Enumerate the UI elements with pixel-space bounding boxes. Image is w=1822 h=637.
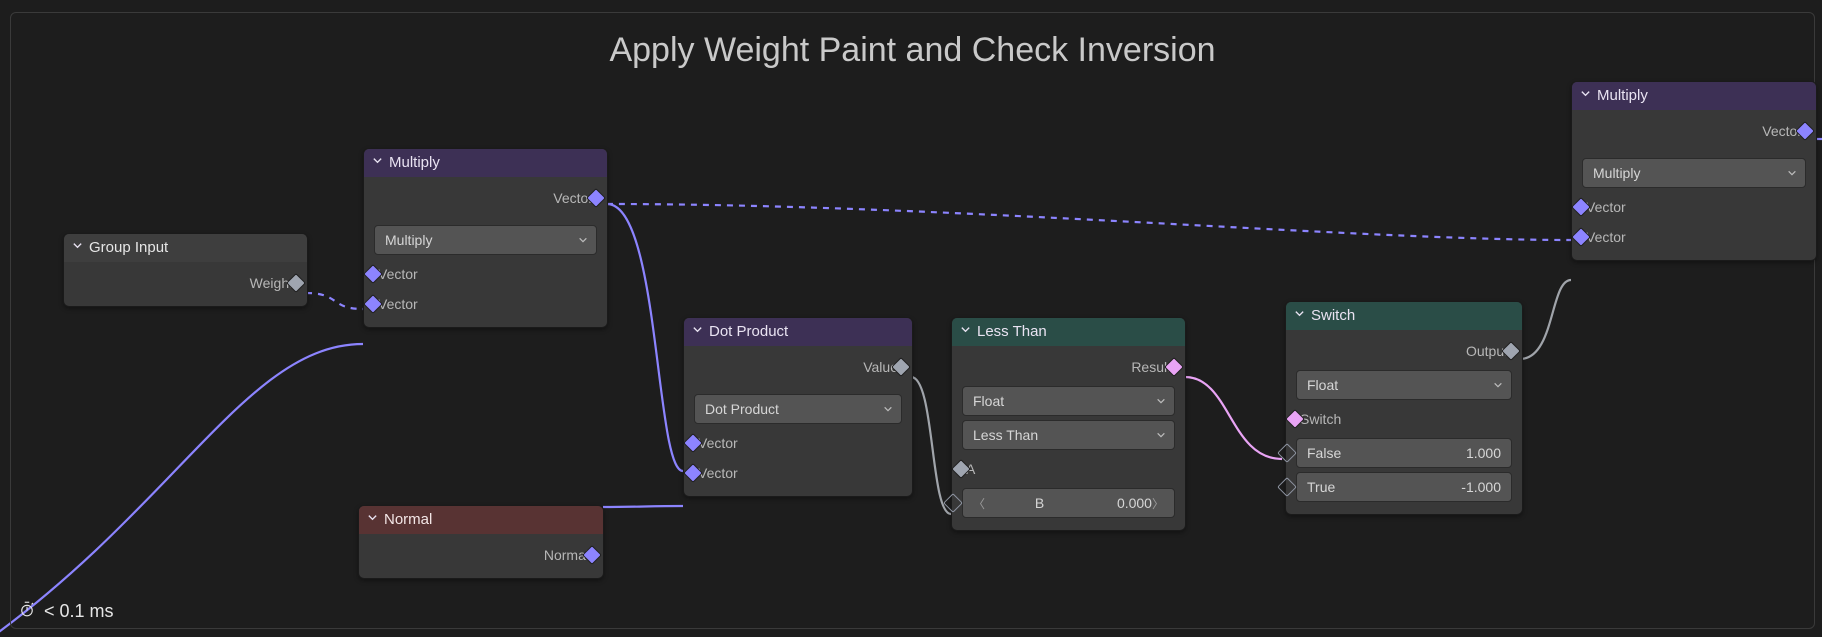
chevron-down-icon — [367, 505, 378, 533]
timing-display: < 0.1 ms — [18, 600, 114, 623]
input-row: Vector — [374, 289, 597, 319]
node-dot-product[interactable]: Dot Product Value Dot Product Vector Vec… — [683, 317, 913, 497]
stepper-left-icon[interactable]: 〈 — [973, 495, 985, 512]
select-value: Multiply — [1593, 165, 1640, 181]
node-header[interactable]: Switch — [1286, 302, 1522, 330]
chevron-down-icon — [1787, 165, 1797, 181]
input-row: Vector — [1582, 192, 1806, 222]
field-label: True — [1307, 479, 1357, 495]
node-header[interactable]: Dot Product — [684, 318, 912, 346]
select-value: Less Than — [973, 427, 1038, 443]
chevron-down-icon — [883, 401, 893, 417]
select-value: Multiply — [385, 232, 432, 248]
node-title: Switch — [1311, 302, 1355, 330]
chevron-down-icon — [1294, 301, 1305, 329]
stepper-right-icon[interactable]: 〉 — [1152, 495, 1164, 512]
node-canvas[interactable]: Apply Weight Paint and Check Inversion G… — [0, 0, 1822, 637]
node-title: Group Input — [89, 234, 168, 262]
node-title: Less Than — [977, 318, 1047, 346]
operation-select[interactable]: Multiply — [374, 225, 597, 255]
node-less-than[interactable]: Less Than Result Float Less Than A 〈 B 0… — [951, 317, 1186, 531]
node-title: Multiply — [389, 149, 440, 177]
node-header[interactable]: Group Input — [64, 234, 307, 262]
node-header[interactable]: Multiply — [1572, 82, 1816, 110]
stopwatch-icon — [18, 600, 36, 623]
node-multiply-1[interactable]: Multiply Vector Multiply Vector Vector — [363, 148, 608, 328]
output-row: Weight — [74, 268, 297, 298]
type-select[interactable]: Float — [1296, 370, 1512, 400]
select-value: Float — [1307, 377, 1338, 393]
node-switch[interactable]: Switch Output Float Switch False 1.000 T… — [1285, 301, 1523, 515]
input-row: Vector — [694, 428, 902, 458]
input-row: A — [962, 454, 1175, 484]
chevron-down-icon — [960, 317, 971, 345]
input-row: Vector — [1582, 222, 1806, 252]
chevron-down-icon — [692, 317, 703, 345]
operation-select[interactable]: Less Than — [962, 420, 1175, 450]
field-label: B — [985, 495, 1094, 511]
output-row: Result — [962, 352, 1175, 382]
node-header[interactable]: Less Than — [952, 318, 1185, 346]
b-field[interactable]: 〈 B 0.000 〉 — [962, 488, 1175, 518]
node-title: Normal — [384, 506, 432, 534]
node-group-input[interactable]: Group Input Weight — [63, 233, 308, 307]
field-value: -1.000 — [1443, 479, 1501, 495]
node-title: Multiply — [1597, 82, 1648, 110]
select-value: Float — [973, 393, 1004, 409]
timing-text: < 0.1 ms — [44, 601, 114, 622]
input-row: Vector — [374, 259, 597, 289]
input-row: Vector — [694, 458, 902, 488]
chevron-down-icon — [1156, 393, 1166, 409]
operation-select[interactable]: Multiply — [1582, 158, 1806, 188]
node-normal[interactable]: Normal Normal — [358, 505, 604, 579]
output-row: Vector — [374, 183, 597, 213]
frame-title: Apply Weight Paint and Check Inversion — [11, 31, 1814, 70]
field-label: False — [1307, 445, 1357, 461]
chevron-down-icon — [72, 233, 83, 261]
chevron-down-icon — [372, 148, 383, 176]
output-row: Vector — [1582, 116, 1806, 146]
node-multiply-2[interactable]: Multiply Vector Multiply Vector Vector — [1571, 81, 1817, 261]
node-title: Dot Product — [709, 318, 788, 346]
chevron-down-icon — [1156, 427, 1166, 443]
output-row: Value — [694, 352, 902, 382]
type-select[interactable]: Float — [962, 386, 1175, 416]
chevron-down-icon — [1493, 377, 1503, 393]
select-value: Dot Product — [705, 401, 779, 417]
field-value: 1.000 — [1443, 445, 1501, 461]
field-value: 0.000 — [1094, 495, 1152, 511]
node-header[interactable]: Multiply — [364, 149, 607, 177]
true-field[interactable]: True -1.000 — [1296, 472, 1512, 502]
input-row: Switch — [1296, 404, 1512, 434]
chevron-down-icon — [1580, 81, 1591, 109]
node-header[interactable]: Normal — [359, 506, 603, 534]
operation-select[interactable]: Dot Product — [694, 394, 902, 424]
output-row: Output — [1296, 336, 1512, 366]
chevron-down-icon — [578, 232, 588, 248]
false-field[interactable]: False 1.000 — [1296, 438, 1512, 468]
output-row: Normal — [369, 540, 593, 570]
